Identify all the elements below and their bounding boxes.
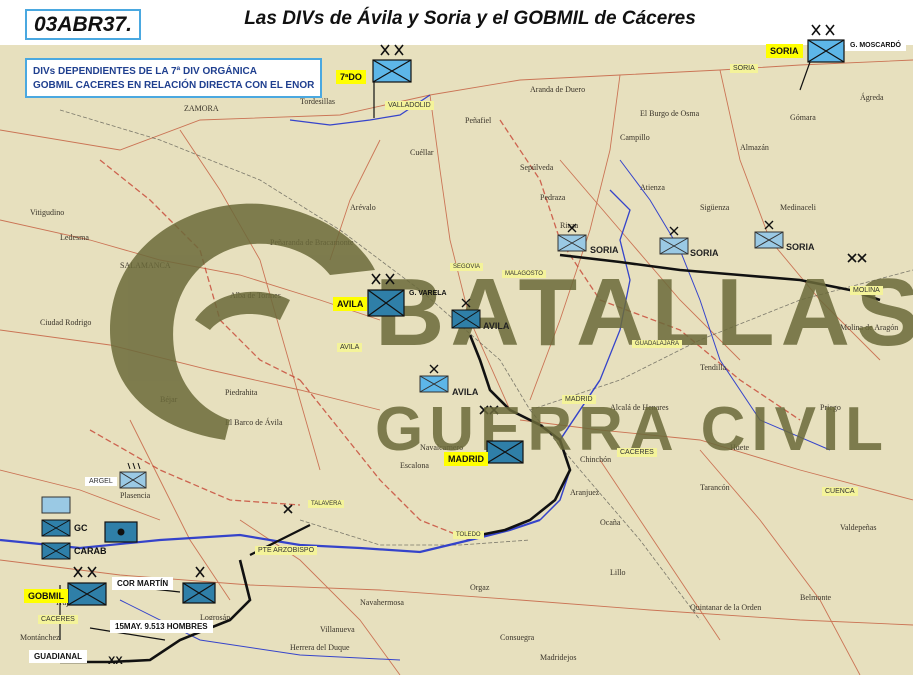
map-title: Las DIVs de Ávila y Soria y el GOBMIL de… xyxy=(244,8,696,29)
place-name-consuegra: Consuegra xyxy=(500,633,535,642)
label-15may-strength: 15MAY. 9.513 HOMBRES xyxy=(110,620,213,633)
division-xx-icon xyxy=(811,24,835,36)
label-soria-brigade-3: SORIA xyxy=(786,242,815,252)
label-g-varela: G. VARELA xyxy=(409,290,447,297)
unit-symbol-icon xyxy=(182,582,216,604)
place-name-plasencia: Plasencia xyxy=(120,491,151,500)
label-avila-division: AVILA xyxy=(333,297,368,311)
label-soria-brigade-1: SORIA xyxy=(590,245,619,255)
place-name-quintanar: Quintanar de la Orden xyxy=(690,603,761,612)
label-valladolid: VALLADOLID xyxy=(385,101,434,110)
place-name-villanueva: Villanueva xyxy=(320,625,355,634)
place-name-belmonte: Belmonte xyxy=(800,593,832,602)
place-name-lillo: Lillo xyxy=(610,568,626,577)
place-name-barco-avila: El Barco de Ávila xyxy=(225,417,283,427)
place-name-aranda: Aranda de Duero xyxy=(530,85,585,94)
label-toledo: TOLEDO xyxy=(453,531,484,539)
unit-symbol-icon xyxy=(119,471,147,489)
info-line-1: DIVs DEPENDIENTES DE LA 7ª DIV ORGÁNICA xyxy=(33,66,257,77)
place-name-navahermosa: Navahermosa xyxy=(360,598,404,607)
label-caceres-place: CACERES xyxy=(38,615,78,624)
place-name-herrera: Herrera del Duque xyxy=(290,643,350,652)
place-name-pedraza: Pedraza xyxy=(540,193,566,202)
date-label: 03ABR37. xyxy=(25,9,141,40)
place-name-ocana: Ocaña xyxy=(600,518,621,527)
place-name-zamora: ZAMORA xyxy=(184,104,219,113)
unit-symbol-icon xyxy=(807,39,845,63)
label-madrid-place: MADRID xyxy=(562,395,596,404)
place-name-ledesma: Ledesma xyxy=(60,233,89,242)
label-molina: MOLINA xyxy=(850,286,883,295)
label-argel: ARGEL xyxy=(85,477,117,486)
place-name-tordesillas: Tordesillas xyxy=(300,97,335,106)
unit-symbol-icon xyxy=(104,521,138,543)
place-name-ciudad-rodrigo: Ciudad Rodrigo xyxy=(40,318,91,327)
unit-symbol-icon xyxy=(754,231,784,249)
place-name-almazan: Almazán xyxy=(740,143,769,152)
unit-symbol-icon xyxy=(451,309,481,329)
place-name-agreda: Ágreda xyxy=(860,92,884,102)
label-guadalajara: GUADALAJARA xyxy=(632,340,683,348)
info-box: DIVs DEPENDIENTES DE LA 7ª DIV ORGÁNICA … xyxy=(25,58,322,98)
label-soria-brigade-2: SORIA xyxy=(690,248,719,258)
place-name-arevalo: Arévalo xyxy=(350,203,376,212)
info-line-2: GOBMIL CACERES EN RELACIÓN DIRECTA CON E… xyxy=(33,80,315,91)
label-gobmil: GOBMIL xyxy=(24,589,68,603)
label-soria-division: SORIA xyxy=(766,44,803,58)
place-name-atienza: Atienza xyxy=(640,183,665,192)
unit-symbol-icon xyxy=(486,440,524,464)
place-name-burgo-osma: El Burgo de Osma xyxy=(640,109,700,118)
place-name-valdepenas: Valdepeñas xyxy=(840,523,876,532)
label-avila-place: AVILA xyxy=(337,343,363,352)
unit-symbol-icon xyxy=(372,59,412,83)
campaign-map: ZAMORA SALAMANCA Tordesillas Peñafiel Ar… xyxy=(0,24,913,675)
place-name-tarancon: Tarancón xyxy=(700,483,730,492)
place-name-madridejos: Madridejos xyxy=(540,653,576,662)
label-boundary-xx: XX xyxy=(108,655,123,667)
label-soria-place: SORIA xyxy=(730,64,758,73)
place-name-piedrahita: Piedrahita xyxy=(225,388,258,397)
place-name-sepulveda: Sepúlveda xyxy=(520,163,554,172)
label-g-moscardo: G. MOSCARDÓ xyxy=(845,40,906,51)
unit-symbol-icon xyxy=(367,289,405,317)
unit-symbol-icon xyxy=(67,582,107,606)
label-cor-martin: COR MARTÍN xyxy=(112,577,174,590)
place-name-orgaz: Orgaz xyxy=(470,583,490,592)
label-malagosto: MALAGOSTO xyxy=(502,270,546,278)
place-name-aranjuez: Aranjuez xyxy=(570,488,600,497)
unit-symbol-icon xyxy=(419,375,449,393)
label-caceres-front: CACERES xyxy=(617,448,657,457)
label-segovia: SEGOVIA xyxy=(450,263,484,271)
label-avila-brigade-1: AVILA xyxy=(483,321,510,331)
label-pte-arzobispo: PTE ARZOBISPO xyxy=(255,546,318,555)
unit-symbol-icon xyxy=(41,519,71,537)
place-name-cuellar: Cuéllar xyxy=(410,148,434,157)
label-talavera: TALAVERA xyxy=(308,500,345,508)
unit-symbol-icon xyxy=(41,542,71,560)
label-avila-brigade-2: AVILA xyxy=(452,387,479,397)
label-cuenca: CUENCA xyxy=(822,487,858,496)
place-name-siguenza: Sigüenza xyxy=(700,203,730,212)
label-carab: CARAB xyxy=(74,546,107,556)
place-name-penafiel: Peñafiel xyxy=(465,116,492,125)
unit-symbol-icon xyxy=(557,234,587,252)
label-madrid-division: MADRID xyxy=(444,452,488,466)
unit-symbol-icon xyxy=(659,237,689,255)
place-name-medinaceli: Medinaceli xyxy=(780,203,817,212)
label-gc: GC xyxy=(74,523,88,533)
label-7do: 7ªDO xyxy=(336,70,366,84)
place-name-vitigudino: Vitigudino xyxy=(30,208,64,217)
label-guadianal: GUADIANAL xyxy=(29,650,87,663)
place-name-campillo: Campillo xyxy=(620,133,650,142)
place-name-gomara: Gómara xyxy=(790,113,816,122)
place-name-montanchez: Montánchez xyxy=(20,633,60,642)
unit-symbol-icon xyxy=(41,496,71,514)
